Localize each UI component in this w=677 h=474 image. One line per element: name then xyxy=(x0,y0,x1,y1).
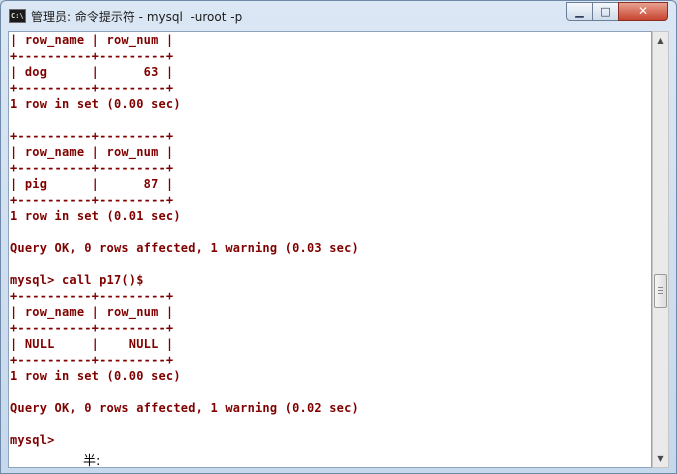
console-line: | NULL | NULL | xyxy=(10,337,174,351)
cmd-icon[interactable]: C:\ xyxy=(9,9,26,23)
maximize-button[interactable]: □ xyxy=(592,2,619,21)
console-line: +----------+---------+ xyxy=(10,129,174,143)
console-line: +----------+---------+ xyxy=(10,321,174,335)
console-line: +----------+---------+ xyxy=(10,353,174,367)
scroll-down-icon[interactable]: ▼ xyxy=(653,450,668,467)
scrollbar-thumb[interactable] xyxy=(654,274,667,308)
vertical-scrollbar[interactable]: ▲ ▼ xyxy=(652,31,669,468)
console-line: +----------+---------+ xyxy=(10,193,174,207)
console-output[interactable]: | row_name | row_num | +----------+------… xyxy=(8,31,652,468)
console-line: | pig | 87 | xyxy=(10,177,174,191)
grip-line xyxy=(658,290,663,291)
console-line: +----------+---------+ xyxy=(10,289,174,303)
console-line: Query OK, 0 rows affected, 1 warning (0.… xyxy=(10,241,359,255)
grip-line xyxy=(658,287,663,288)
console-line: | row_name | row_num | xyxy=(10,305,174,319)
console-line: +----------+---------+ xyxy=(10,49,174,63)
scroll-up-icon[interactable]: ▲ xyxy=(653,32,668,49)
console-line: mysql> xyxy=(10,433,55,447)
title-bar[interactable]: C:\ 管理员: 命令提示符 - mysql -uroot -p ▁ □ ✕ xyxy=(1,1,676,31)
console-lines: | row_name | row_num | +----------+------… xyxy=(10,33,359,449)
window-title: 管理员: 命令提示符 - mysql -uroot -p xyxy=(31,10,243,24)
console-line: +----------+---------+ xyxy=(10,81,174,95)
grip-line xyxy=(658,293,663,294)
ime-status: 半: xyxy=(83,454,101,468)
console-line: +----------+---------+ xyxy=(10,161,174,175)
console-window: C:\ 管理员: 命令提示符 - mysql -uroot -p ▁ □ ✕ |… xyxy=(0,0,677,474)
console-line: mysql> call p17()$ xyxy=(10,273,144,287)
console-line: 1 row in set (0.01 sec) xyxy=(10,209,181,223)
console-line: Query OK, 0 rows affected, 1 warning (0.… xyxy=(10,401,359,415)
console-line: | row_name | row_num | xyxy=(10,33,174,47)
console-line: | row_name | row_num | xyxy=(10,145,174,159)
console-line: 1 row in set (0.00 sec) xyxy=(10,369,181,383)
close-button[interactable]: ✕ xyxy=(618,2,668,21)
minimize-button[interactable]: ▁ xyxy=(566,2,593,21)
console-line: | dog | 63 | xyxy=(10,65,174,79)
console-line: 1 row in set (0.00 sec) xyxy=(10,97,181,111)
